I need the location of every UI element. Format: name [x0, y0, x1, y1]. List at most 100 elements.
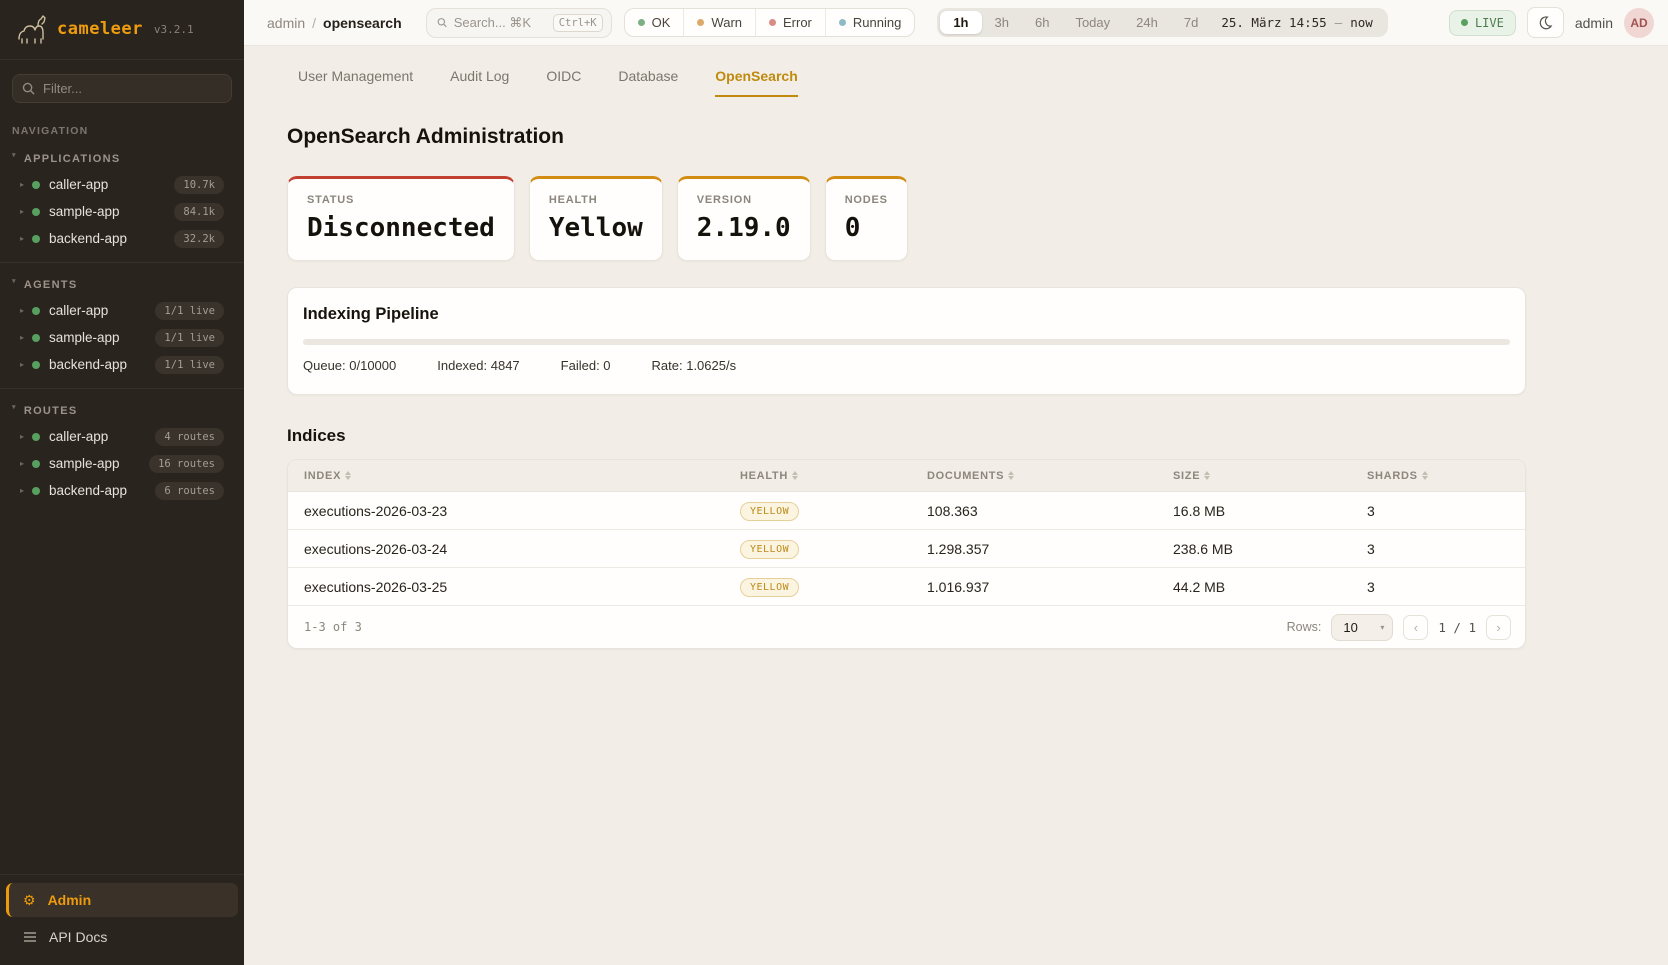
table-row[interactable]: executions-2026-03-25 YELLOW 1.016.937 4… [288, 568, 1525, 606]
chevron-right-icon: ▸ [20, 207, 32, 216]
sidebar-item-caller-app[interactable]: ▸ caller-app 10.7k [0, 171, 244, 198]
filter-chip-error[interactable]: Error [756, 9, 826, 36]
filter-chip-ok[interactable]: OK [625, 9, 685, 36]
tab-opensearch[interactable]: OpenSearch [715, 68, 797, 97]
chevron-right-icon: ▸ [20, 360, 32, 369]
table-row[interactable]: executions-2026-03-24 YELLOW 1.298.357 2… [288, 530, 1525, 568]
pipeline-stat-rate: Rate: 1.0625/s [652, 358, 737, 373]
chevron-right-icon: ▸ [20, 432, 32, 441]
pipeline-stat-failed: Failed: 0 [561, 358, 611, 373]
sidebar-item-api-docs[interactable]: API Docs [6, 921, 238, 953]
stat-value: Yellow [549, 213, 643, 243]
indexing-pipeline-card: Indexing Pipeline Queue: 0/10000 Indexed… [287, 287, 1526, 395]
chevron-right-icon: ▸ [20, 333, 32, 342]
time-range-group: 1h 3h 6h Today 24h 7d 25. März 14:55 — n… [937, 8, 1387, 37]
cell-size: 238.6 MB [1173, 541, 1367, 557]
stat-label: HEALTH [549, 194, 643, 206]
sidebar-item-backend-app-routes[interactable]: ▸ backend-app 6 routes [0, 477, 244, 504]
stat-value: 2.19.0 [697, 213, 791, 243]
sidebar-item-backend-app[interactable]: ▸ backend-app 32.2k [0, 225, 244, 252]
user-name: admin [1575, 15, 1613, 31]
app-name: cameleer [57, 19, 143, 39]
cell-shards: 3 [1367, 503, 1525, 519]
tab-audit-log[interactable]: Audit Log [450, 68, 509, 97]
page-title: OpenSearch Administration [287, 125, 1668, 149]
section-header-applications[interactable]: ▾ APPLICATIONS [0, 139, 244, 171]
stat-cards-row: STATUS Disconnected HEALTH Yellow VERSIO… [287, 176, 1668, 261]
status-dot [32, 460, 40, 468]
filter-input[interactable] [12, 74, 232, 103]
col-header-health[interactable]: HEALTH [740, 470, 927, 482]
breadcrumb-separator: / [312, 15, 316, 31]
range-3h[interactable]: 3h [982, 11, 1022, 34]
col-header-index[interactable]: INDEX [304, 470, 740, 482]
sidebar-filter [12, 74, 232, 103]
status-dot [32, 235, 40, 243]
tab-oidc[interactable]: OIDC [546, 68, 581, 97]
range-6h[interactable]: 6h [1022, 11, 1062, 34]
pipeline-progress-bar [303, 339, 1510, 345]
chevron-right-icon: ▸ [20, 459, 32, 468]
stat-label: VERSION [697, 194, 791, 206]
main-area: admin / opensearch Ctrl+K OK Warn Error [244, 0, 1668, 965]
chevron-right-icon: ▸ [20, 306, 32, 315]
sidebar-item-caller-app-agent[interactable]: ▸ caller-app 1/1 live [0, 297, 244, 324]
sidebar-item-sample-app[interactable]: ▸ sample-app 84.1k [0, 198, 244, 225]
sidebar-item-sample-app-agent[interactable]: ▸ sample-app 1/1 live [0, 324, 244, 351]
rows-per-page-select[interactable]: 10 ▾ [1331, 614, 1393, 641]
sidebar-item-backend-app-agent[interactable]: ▸ backend-app 1/1 live [0, 351, 244, 378]
global-search[interactable]: Ctrl+K [426, 8, 612, 38]
col-header-shards[interactable]: SHARDS [1367, 470, 1525, 482]
date-dash: — [1335, 15, 1343, 30]
filter-chip-warn[interactable]: Warn [684, 9, 756, 36]
avatar[interactable]: AD [1624, 8, 1654, 38]
gear-icon: ⚙ [23, 892, 36, 909]
tab-user-management[interactable]: User Management [298, 68, 413, 97]
app-logo-row[interactable]: cameleer v3.2.1 [0, 0, 244, 60]
col-header-documents[interactable]: DOCUMENTS [927, 470, 1173, 482]
shortcut-kbd: Ctrl+K [553, 14, 603, 32]
sidebar-item-admin[interactable]: ⚙ Admin [6, 883, 238, 917]
caret-down-icon: ▾ [12, 403, 17, 411]
search-icon [437, 16, 447, 29]
row-range-text: 1-3 of 3 [304, 620, 362, 634]
sidebar-item-sample-app-routes[interactable]: ▸ sample-app 16 routes [0, 450, 244, 477]
search-input[interactable] [454, 15, 546, 30]
sort-icon [345, 471, 351, 480]
pagination-controls: Rows: 10 ▾ ‹ 1 / 1 › [1287, 614, 1511, 641]
cell-documents: 108.363 [927, 503, 1173, 519]
col-header-size[interactable]: SIZE [1173, 470, 1367, 482]
theme-toggle-button[interactable] [1527, 7, 1564, 38]
live-badge: 1/1 live [155, 302, 224, 320]
section-header-routes[interactable]: ▾ ROUTES [0, 391, 244, 423]
health-badge: YELLOW [740, 502, 799, 521]
caret-down-icon: ▾ [12, 151, 17, 159]
status-dot [32, 361, 40, 369]
sidebar-item-caller-app-routes[interactable]: ▸ caller-app 4 routes [0, 423, 244, 450]
filter-chip-running[interactable]: Running [826, 9, 914, 36]
table-row[interactable]: executions-2026-03-23 YELLOW 108.363 16.… [288, 492, 1525, 530]
health-badge: YELLOW [740, 578, 799, 597]
prev-page-button[interactable]: ‹ [1403, 615, 1428, 640]
range-today[interactable]: Today [1062, 11, 1123, 34]
breadcrumb: admin / opensearch [267, 15, 402, 31]
pipeline-title: Indexing Pipeline [303, 305, 1510, 324]
chevron-right-icon: ▸ [20, 234, 32, 243]
rows-per-page-label: Rows: [1287, 620, 1322, 634]
chevron-right-icon: ▸ [20, 180, 32, 189]
breadcrumb-parent[interactable]: admin [267, 15, 305, 31]
range-24h[interactable]: 24h [1123, 11, 1171, 34]
next-page-button[interactable]: › [1486, 615, 1511, 640]
range-7d[interactable]: 7d [1171, 11, 1211, 34]
range-1h[interactable]: 1h [940, 11, 981, 34]
date-range-display[interactable]: 25. März 14:55 — now [1211, 15, 1384, 30]
live-status-badge[interactable]: LIVE [1449, 10, 1516, 36]
moon-icon [1538, 15, 1553, 30]
divider [0, 388, 244, 389]
section-header-agents[interactable]: ▾ AGENTS [0, 265, 244, 297]
sidebar-bottom: ⚙ Admin API Docs [0, 874, 244, 965]
stat-card-health: HEALTH Yellow [529, 176, 663, 261]
status-dot [32, 433, 40, 441]
tab-database[interactable]: Database [618, 68, 678, 97]
stat-label: NODES [845, 194, 888, 206]
